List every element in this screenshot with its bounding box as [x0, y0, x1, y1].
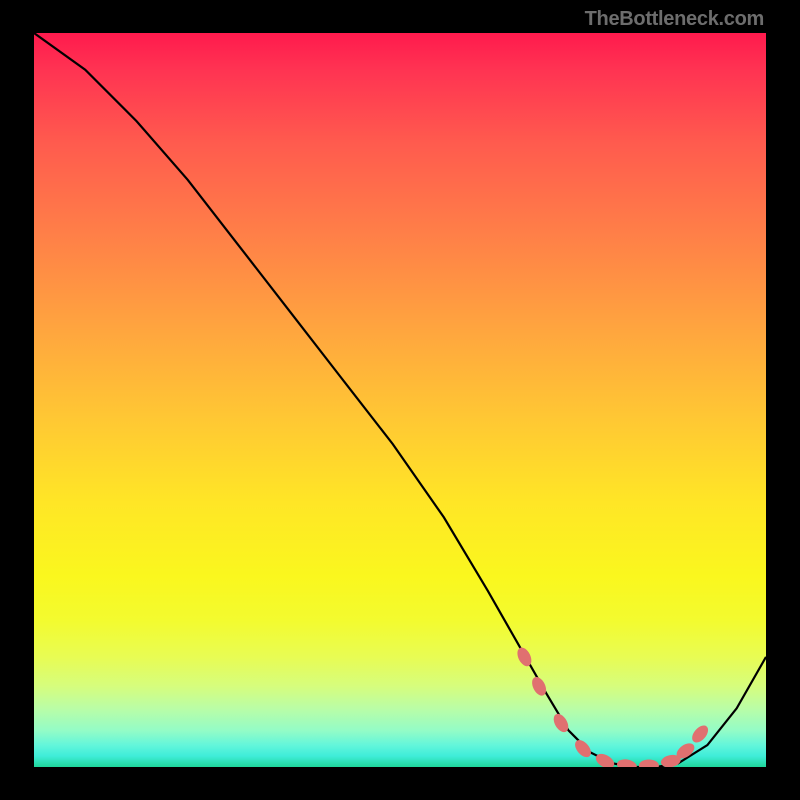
- plot-area: [34, 33, 766, 767]
- chart-frame: TheBottleneck.com: [0, 0, 800, 800]
- marker-dot: [593, 751, 616, 767]
- chart-svg: [34, 33, 766, 767]
- bottleneck-curve: [34, 33, 766, 767]
- watermark-text: TheBottleneck.com: [585, 8, 764, 31]
- marker-dot: [616, 758, 638, 767]
- marker-dot: [572, 737, 594, 760]
- marker-dots: [515, 645, 712, 767]
- marker-dot: [689, 723, 711, 746]
- curve-path: [34, 33, 766, 767]
- marker-dot: [639, 760, 659, 768]
